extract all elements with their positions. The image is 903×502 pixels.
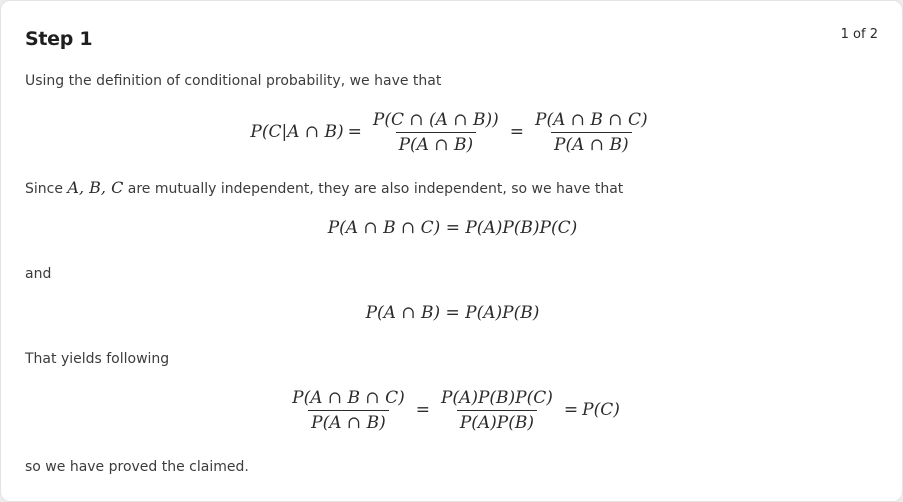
para2-math: A, B, C — [67, 178, 124, 197]
eq1-fraction-1: P(C ∩ (A ∩ B)) P(A ∩ B) — [370, 110, 502, 155]
equation-triple-independence: P(A ∩ B ∩ C) = P(A)P(B)P(C) — [1, 215, 903, 241]
equation-result: P(A ∩ B ∩ C) P(A ∩ B) = P(A)P(B)P(C) P(A… — [1, 384, 903, 436]
eq4-fraction-2: P(A)P(B)P(C) P(A)P(B) — [438, 388, 556, 433]
paragraph-independence: Since A, B, C are mutually independent, … — [25, 178, 623, 197]
eq1-lhs: P(C|A ∩ B) — [250, 122, 344, 142]
eq4-frac1-denominator: P(A ∩ B) — [308, 409, 389, 433]
eq3-text: P(A ∩ B) = P(A)P(B) — [365, 303, 540, 323]
step-title: Step 1 — [25, 28, 93, 50]
eq4-equals-1: = — [415, 400, 430, 420]
eq1-frac1-numerator: P(C ∩ (A ∩ B)) — [372, 109, 499, 130]
para2-prefix: Since — [25, 181, 68, 197]
paragraph-yields: That yields following — [25, 351, 170, 367]
equation-pair-independence: P(A ∩ B) = P(A)P(B) — [1, 300, 903, 326]
eq1-fraction-2: P(A ∩ B ∩ C) P(A ∩ B) — [532, 110, 651, 155]
para2-suffix: are mutually independent, they are also … — [123, 181, 624, 197]
eq4-equals-2: = — [563, 400, 579, 420]
eq1-frac2-numerator: P(A ∩ B ∩ C) — [535, 109, 648, 130]
eq4-frac2-numerator: P(A)P(B)P(C) — [440, 387, 553, 408]
eq1-frac1-denominator: P(A ∩ B) — [395, 131, 477, 155]
equation-conditional-probability: P(C|A ∩ B) = P(C ∩ (A ∩ B)) P(A ∩ B) = P… — [1, 106, 903, 158]
paragraph-conclusion: so we have proved the claimed. — [25, 459, 249, 475]
eq4-frac2-denominator: P(A)P(B) — [456, 409, 538, 433]
eq1-frac2-denominator: P(A ∩ B) — [551, 131, 632, 155]
page-indicator: 1 of 2 — [840, 27, 878, 42]
eq1-equals-1: = — [347, 122, 362, 142]
eq4-fraction-1: P(A ∩ B ∩ C) P(A ∩ B) — [289, 388, 408, 433]
solution-step-card: Step 1 1 of 2 Using the definition of co… — [0, 0, 903, 502]
paragraph-and: and — [25, 266, 52, 282]
paragraph-definition: Using the definition of conditional prob… — [25, 73, 442, 89]
eq4-rhs: P(C) — [582, 400, 620, 420]
eq4-frac1-numerator: P(A ∩ B ∩ C) — [292, 387, 405, 408]
eq1-equals-2: = — [509, 122, 525, 142]
eq2-text: P(A ∩ B ∩ C) = P(A)P(B)P(C) — [327, 218, 578, 238]
